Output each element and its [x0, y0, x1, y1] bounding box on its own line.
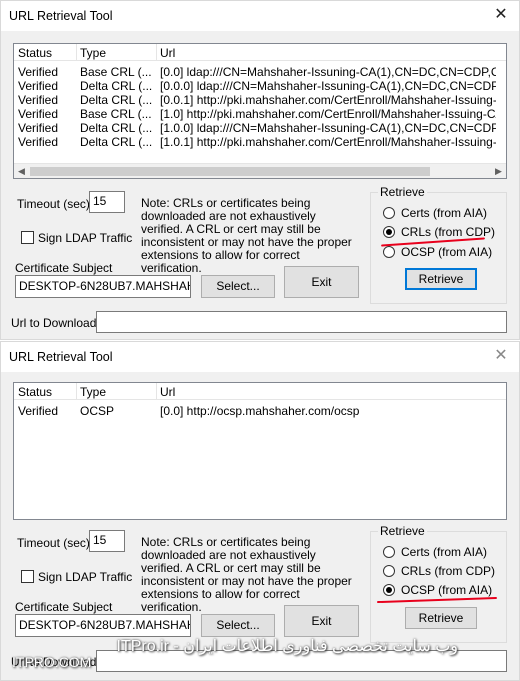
cert-subject-label: Certificate Subject: [15, 261, 113, 275]
window-title: URL Retrieval Tool: [9, 350, 113, 364]
radio-ocsp-label[interactable]: OCSP (from AIA): [401, 583, 492, 597]
close-icon[interactable]: ✕: [493, 7, 509, 23]
timeout-input[interactable]: 15: [89, 191, 125, 213]
column-url[interactable]: Url: [160, 46, 175, 60]
select-button-label: Select...: [216, 279, 260, 293]
exit-button-label: Exit: [311, 614, 332, 628]
column-status[interactable]: Status: [18, 46, 52, 60]
row-status: Verified: [18, 65, 59, 79]
note-text: Note: CRLs or certificates being downloa…: [141, 535, 352, 614]
list-item[interactable]: Verified Delta CRL (... [0.0.1] http://p…: [14, 93, 506, 107]
exit-button-label: Exit: [311, 275, 332, 289]
retrieve-group-label: Retrieve: [378, 185, 427, 199]
row-type: Base CRL (...: [80, 65, 152, 79]
site-watermark: ITPro.ir - وب سایت تخصصی فناوری اطلاعات …: [10, 636, 510, 676]
cert-subject-field[interactable]: DESKTOP-6N28UB7.MAHSHAHER: [15, 614, 191, 637]
radio-certs-label[interactable]: Certs (from AIA): [401, 545, 487, 559]
close-icon[interactable]: ✕: [493, 348, 509, 364]
title-bar: URL Retrieval Tool ✕: [1, 342, 519, 372]
retrieve-button-label: Retrieve: [418, 272, 464, 286]
row-url: [1.0.1] http://pki.mahshaher.com/CertEnr…: [160, 135, 496, 149]
retrieve-group: Retrieve Certs (from AIA) CRLs (from CDP…: [370, 524, 507, 643]
radio-crls-label[interactable]: CRLs (from CDP): [401, 564, 495, 578]
url-retrieval-window-2: URL Retrieval Tool ✕ Status Type Url Ver…: [0, 341, 520, 681]
retrieve-button[interactable]: Retrieve: [405, 607, 477, 629]
sign-ldap-checkbox[interactable]: [21, 570, 34, 583]
results-list[interactable]: Status Type Url Verified Base CRL (... […: [13, 43, 507, 179]
list-item[interactable]: Verified Delta CRL (... [0.0.0] ldap:///…: [14, 79, 506, 93]
row-status: Verified: [18, 135, 59, 149]
url-download-label: Url to Download: [11, 316, 97, 330]
radio-ocsp-label[interactable]: OCSP (from AIA): [401, 245, 492, 259]
row-url: [1.0] http://pki.mahshaher.com/CertEnrol…: [160, 107, 496, 121]
list-header: Status Type Url: [14, 383, 506, 400]
row-url: [1.0.0] ldap:///CN=Mahshaher-Issuning-CA…: [160, 121, 496, 135]
row-status: Verified: [18, 79, 59, 93]
title-bar: URL Retrieval Tool ✕: [1, 1, 519, 31]
timeout-label: Timeout (sec): [17, 536, 90, 550]
watermark-line-2: ITPRO.COM: [12, 654, 92, 670]
scroll-left-icon[interactable]: ◀: [14, 164, 29, 178]
row-status: Verified: [18, 404, 59, 418]
row-url: [0.0.0] ldap:///CN=Mahshaher-Issuning-CA…: [160, 79, 496, 93]
row-type: Base CRL (...: [80, 107, 152, 121]
sign-ldap-label: Sign LDAP Traffic: [38, 231, 133, 245]
column-type[interactable]: Type: [80, 46, 106, 60]
scrollbar-thumb[interactable]: [30, 167, 430, 176]
results-list[interactable]: Status Type Url Verified OCSP [0.0] http…: [13, 382, 507, 520]
row-status: Verified: [18, 93, 59, 107]
list-item[interactable]: Verified Base CRL (... [1.0] http://pki.…: [14, 107, 506, 121]
row-type: Delta CRL (...: [80, 93, 153, 107]
radio-ocsp-aia[interactable]: [383, 584, 395, 596]
column-type[interactable]: Type: [80, 385, 106, 399]
radio-crls-cdp[interactable]: [383, 565, 395, 577]
row-type: Delta CRL (...: [80, 121, 153, 135]
list-item[interactable]: Verified Delta CRL (... [1.0.1] http://p…: [14, 135, 506, 149]
list-item[interactable]: Verified OCSP [0.0] http://ocsp.mahshahe…: [14, 404, 506, 418]
scroll-right-icon[interactable]: ▶: [491, 164, 506, 178]
row-url: [0.0.1] http://pki.mahshaher.com/CertEnr…: [160, 93, 496, 107]
timeout-input[interactable]: 15: [89, 530, 125, 552]
select-button[interactable]: Select...: [201, 275, 275, 298]
radio-certs-aia[interactable]: [383, 546, 395, 558]
cert-subject-label: Certificate Subject: [15, 600, 113, 614]
retrieve-button-label: Retrieve: [418, 611, 464, 625]
row-type: Delta CRL (...: [80, 135, 153, 149]
retrieve-group: Retrieve Certs (from AIA) CRLs (from CDP…: [370, 185, 507, 304]
window-title: URL Retrieval Tool: [9, 9, 113, 23]
select-button-label: Select...: [216, 618, 260, 632]
row-status: Verified: [18, 107, 59, 121]
row-type: OCSP: [80, 404, 115, 418]
url-download-input[interactable]: [96, 311, 507, 333]
list-item[interactable]: Verified Delta CRL (... [1.0.0] ldap:///…: [14, 121, 506, 135]
horizontal-scrollbar[interactable]: ◀ ▶: [14, 163, 506, 178]
radio-crls-cdp[interactable]: [383, 226, 395, 238]
row-status: Verified: [18, 121, 59, 135]
list-item[interactable]: Verified Base CRL (... [0.0] ldap:///CN=…: [14, 65, 506, 79]
sign-ldap-label: Sign LDAP Traffic: [38, 570, 133, 584]
retrieve-button[interactable]: Retrieve: [405, 268, 477, 290]
column-url[interactable]: Url: [160, 385, 175, 399]
retrieve-group-label: Retrieve: [378, 524, 427, 538]
annotation-underline: [377, 596, 497, 604]
note-text: Note: CRLs or certificates being downloa…: [141, 196, 352, 275]
exit-button[interactable]: Exit: [284, 266, 359, 298]
row-url: [0.0] http://ocsp.mahshaher.com/ocsp: [160, 404, 360, 418]
url-retrieval-window-1: URL Retrieval Tool ✕ Status Type Url Ver…: [0, 0, 520, 340]
sign-ldap-checkbox[interactable]: [21, 231, 34, 244]
timeout-label: Timeout (sec): [17, 197, 90, 211]
column-status[interactable]: Status: [18, 385, 52, 399]
radio-certs-aia[interactable]: [383, 207, 395, 219]
row-type: Delta CRL (...: [80, 79, 153, 93]
watermark-line-1: ITPro.ir - وب سایت تخصصی فناوری اطلاعات …: [116, 638, 458, 655]
radio-ocsp-aia[interactable]: [383, 246, 395, 258]
select-button[interactable]: Select...: [201, 614, 275, 637]
radio-certs-label[interactable]: Certs (from AIA): [401, 206, 487, 220]
cert-subject-field[interactable]: DESKTOP-6N28UB7.MAHSHAHER: [15, 275, 191, 298]
exit-button[interactable]: Exit: [284, 605, 359, 637]
row-url: [0.0] ldap:///CN=Mahshaher-Issuning-CA(1…: [160, 65, 496, 79]
list-header: Status Type Url: [14, 44, 506, 61]
